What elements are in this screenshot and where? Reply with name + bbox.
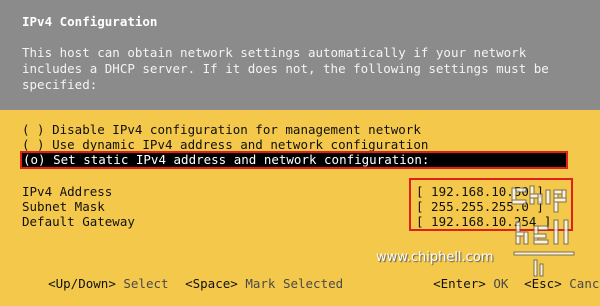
option-disable-ipv4[interactable]: ( ) Disable IPv4 configuration for manag… xyxy=(22,122,421,137)
subnet-mask-label: Subnet Mask xyxy=(22,199,105,214)
footer-enter-hint[interactable]: <Enter> OK xyxy=(403,261,508,306)
dhcp-config-dialog: IPv4 Configuration This host can obtain … xyxy=(0,0,600,292)
ipv4-address-label: IPv4 Address xyxy=(22,184,113,199)
dialog-title: IPv4 Configuration xyxy=(22,14,158,29)
description-line-3: specified: xyxy=(22,77,98,92)
option-static-ipv4[interactable]: (o) Set static IPv4 address and network … xyxy=(20,151,568,169)
updown-key: <Up/Down> xyxy=(48,276,116,291)
chiphell-logo-icon xyxy=(511,185,575,277)
space-action: Mark Selected xyxy=(245,276,344,291)
watermark-url: www.chiphell.com xyxy=(376,250,494,265)
enter-key: <Enter> xyxy=(433,276,486,291)
default-gateway-label: Default Gateway xyxy=(22,214,135,229)
dialog-header: IPv4 Configuration This host can obtain … xyxy=(0,0,600,110)
description-line-2: includes a DHCP server. If it does not, … xyxy=(22,61,549,76)
footer-space-hint: <Space> Mark Selected xyxy=(155,261,343,306)
space-key: <Space> xyxy=(185,276,238,291)
footer-updown-hint: <Up/Down> Select xyxy=(18,261,168,306)
description-line-1: This host can obtain network settings au… xyxy=(22,45,527,60)
option-dynamic-ipv4[interactable]: ( ) Use dynamic IPv4 address and network… xyxy=(22,137,428,152)
